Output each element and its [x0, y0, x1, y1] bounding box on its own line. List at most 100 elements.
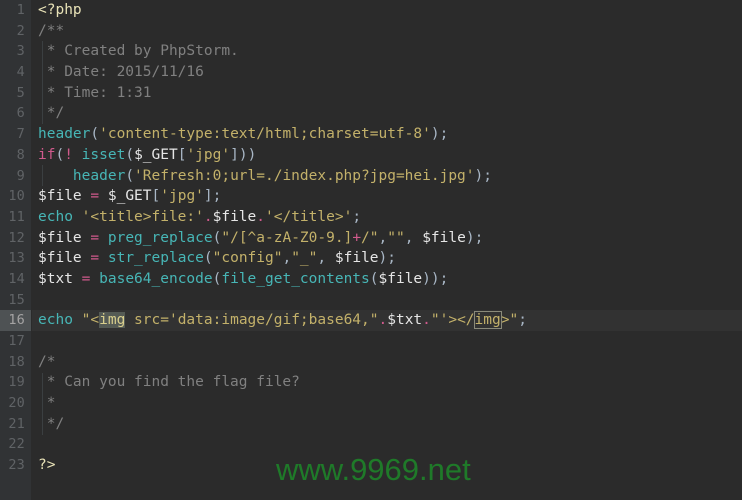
code-line-7[interactable]: 7 header('content-type:text/html;charset… — [0, 124, 742, 145]
code-lines-container[interactable]: 1 <?php 2 /** 3 * Created by PhpStorm. 4… — [0, 0, 742, 476]
comment-block-start: /* — [38, 353, 56, 370]
code-line-10-content[interactable]: $file = $_GET['jpg']; — [32, 186, 742, 207]
code-line-1[interactable]: 1 <?php — [0, 0, 742, 21]
code-line-13[interactable]: 13 $file = str_replace("config","_", $fi… — [0, 248, 742, 269]
code-line-19-content[interactable]: * Can you find the flag file? — [32, 372, 742, 393]
line-number-8: 8 — [16, 146, 25, 163]
comma: , — [282, 250, 292, 267]
line-number-19: 19 — [8, 374, 25, 391]
var-file: $file — [334, 250, 379, 267]
line-number-1: 1 — [16, 2, 25, 18]
var-file: $file — [38, 188, 82, 205]
line-number-21: 21 — [8, 415, 25, 432]
comment-created-by: * Created by PhpStorm. — [38, 43, 239, 60]
var-file: $file — [422, 229, 466, 246]
code-line-21[interactable]: 21 */ — [0, 414, 742, 435]
code-line-10[interactable]: 10 $file = $_GET['jpg']; — [0, 186, 742, 207]
matched-tag-open-img: img — [99, 312, 126, 329]
var-file: $file — [38, 250, 82, 267]
paren-close-semi: ); — [378, 250, 396, 267]
code-line-9[interactable]: 9 header('Refresh:0;url=./index.php?jpg=… — [0, 166, 742, 187]
line-number-2: 2 — [16, 22, 25, 39]
fn-isset: isset — [81, 146, 126, 163]
paren-open: ( — [125, 146, 135, 163]
code-line-16-content[interactable]: echo "<img src='data:image/gif;base64,".… — [32, 310, 742, 331]
line-number-5: 5 — [16, 84, 25, 101]
var-get-superglobal: $_GET — [134, 146, 178, 163]
paren-close-semi: ); — [465, 229, 484, 246]
code-line-18-content[interactable]: /* — [32, 352, 742, 373]
code-line-3-content[interactable]: * Created by PhpStorm. — [32, 41, 742, 62]
code-line-17[interactable]: 17 — [0, 331, 742, 352]
line-number-10: 10 — [8, 188, 25, 205]
line-number-18: 18 — [8, 353, 25, 370]
code-line-17-content[interactable] — [32, 331, 742, 352]
doc-comment-end: */ — [38, 105, 65, 122]
string-img-src: src='data:image/gif;base64," — [125, 312, 379, 329]
comment-block-end: */ — [38, 415, 65, 432]
code-editor[interactable]: 1 <?php 2 /** 3 * Created by PhpStorm. 4… — [0, 0, 742, 500]
string-jpg-key: 'jpg' — [186, 146, 231, 163]
var-file: $file — [38, 229, 82, 246]
code-line-6-content[interactable]: */ — [32, 103, 742, 124]
code-line-6[interactable]: 6 */ — [0, 103, 742, 124]
code-line-20-content[interactable]: * — [32, 393, 742, 414]
code-line-11[interactable]: 11 echo '<title>file:'.$file.'</title>'; — [0, 207, 742, 228]
op-assign: = — [90, 188, 100, 205]
var-file: $file — [212, 208, 257, 225]
paren-open: ( — [369, 270, 379, 287]
code-line-14-content[interactable]: $txt = base64_encode(file_get_contents($… — [32, 269, 742, 290]
line-number-20: 20 — [8, 395, 25, 412]
code-line-11-content[interactable]: echo '<title>file:'.$file.'</title>'; — [32, 207, 742, 228]
line-number-3: 3 — [16, 43, 25, 60]
paren-open: ( — [203, 250, 213, 267]
semicolon: ; — [352, 208, 362, 225]
line-number-4: 4 — [16, 64, 25, 81]
code-line-5[interactable]: 5 * Time: 1:31 — [0, 83, 742, 104]
code-line-15[interactable]: 15 — [0, 290, 742, 311]
code-line-7-content[interactable]: header('content-type:text/html;charset=u… — [32, 124, 742, 145]
string-img-close-end: >" — [500, 312, 519, 329]
line-number-22: 22 — [8, 436, 25, 453]
matched-tag-close-img: img — [473, 311, 502, 330]
line-number-16: 16 — [0, 310, 31, 331]
string-title-close: '</title>' — [265, 208, 353, 225]
parens-close-semi: )); — [422, 270, 449, 287]
code-line-8-content[interactable]: if(! isset($_GET['jpg'])) — [32, 145, 742, 166]
fn-preg-replace: preg_replace — [107, 229, 213, 246]
code-line-12[interactable]: 12 $file = preg_replace("/[^a-zA-Z0-9.]+… — [0, 228, 742, 249]
code-line-2[interactable]: 2 /** — [0, 21, 742, 42]
code-line-12-content[interactable]: $file = preg_replace("/[^a-zA-Z0-9.]+/",… — [32, 228, 742, 249]
code-line-21-content[interactable]: */ — [32, 414, 742, 435]
code-line-18[interactable]: 18 /* — [0, 352, 742, 373]
code-line-16[interactable]: 16 echo "<img src='data:image/gif;base64… — [0, 310, 742, 331]
code-line-2-content[interactable]: /** — [32, 21, 742, 42]
code-line-4-content[interactable]: * Date: 2015/11/16 — [32, 62, 742, 83]
kw-echo: echo — [38, 312, 73, 329]
string-underscore: "_" — [291, 250, 318, 267]
string-config: "config" — [212, 250, 283, 267]
code-line-14[interactable]: 14 $txt = base64_encode(file_get_content… — [0, 269, 742, 290]
code-line-4[interactable]: 4 * Date: 2015/11/16 — [0, 62, 742, 83]
string-img-open-quote: "< — [81, 312, 100, 329]
fn-header: header — [38, 126, 91, 143]
code-line-20[interactable]: 20 * — [0, 393, 742, 414]
code-line-3[interactable]: 3 * Created by PhpStorm. — [0, 41, 742, 62]
fn-file-get-contents: file_get_contents — [221, 270, 370, 287]
op-concat: . — [256, 208, 265, 225]
code-line-8[interactable]: 8 if(! isset($_GET['jpg'])) — [0, 145, 742, 166]
code-line-5-content[interactable]: * Time: 1:31 — [32, 83, 742, 104]
code-line-15-content[interactable] — [32, 290, 742, 311]
code-line-13-content[interactable]: $file = str_replace("config","_", $file)… — [32, 248, 742, 269]
comma: , — [378, 229, 388, 246]
code-line-1-content[interactable]: <?php — [32, 0, 742, 21]
code-line-19[interactable]: 19 * Can you find the flag file? — [0, 372, 742, 393]
code-line-9-content[interactable]: header('Refresh:0;url=./index.php?jpg=he… — [32, 166, 742, 187]
fn-header: header — [72, 167, 126, 184]
op-concat: . — [422, 312, 431, 329]
op-concat: . — [378, 312, 388, 329]
